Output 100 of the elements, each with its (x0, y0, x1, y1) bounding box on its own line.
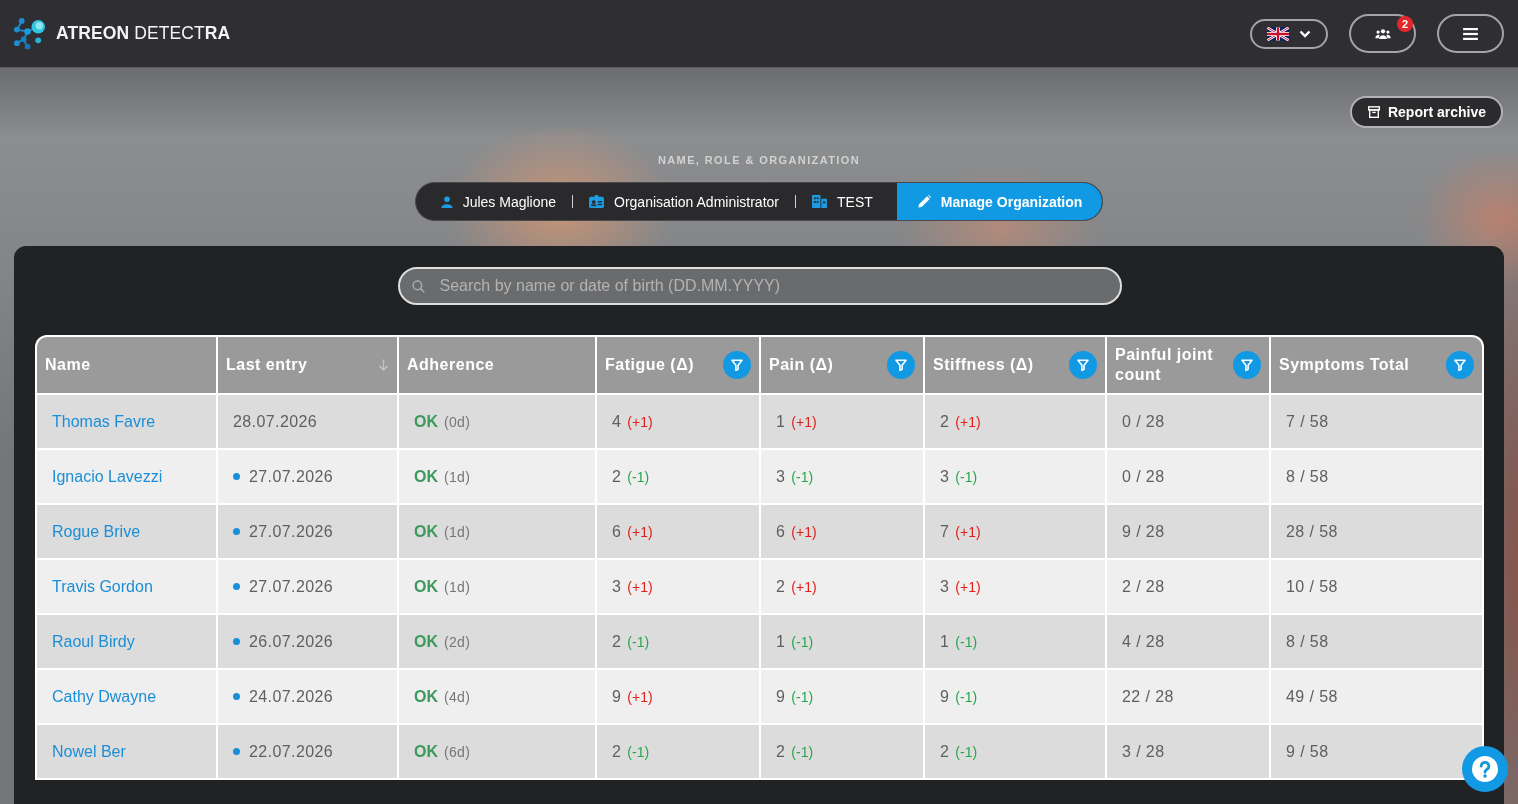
notification-badge: 2 (1397, 16, 1413, 32)
score-change: (-1) (791, 633, 814, 650)
table-cell: 49 / 58 (1271, 670, 1482, 723)
days-since-entry: (2d) (444, 633, 471, 650)
score-value: 3 (776, 467, 786, 486)
filter-button[interactable] (1069, 351, 1097, 379)
score-change: (-1) (955, 743, 978, 760)
report-archive-button[interactable]: Report archive (1349, 96, 1503, 128)
manage-organization-button[interactable]: Manage Organization (896, 183, 1103, 220)
filter-button[interactable] (887, 351, 915, 379)
score-change: (+1) (627, 413, 653, 430)
adherence-status: OK (414, 577, 438, 596)
score-value: 1 (776, 632, 786, 651)
score-value: 2 (612, 632, 622, 651)
person-icon (440, 195, 453, 208)
score-change: (-1) (955, 688, 978, 705)
score-change: (+1) (627, 578, 653, 595)
table-cell: 0 / 28 (1107, 450, 1269, 503)
search-field[interactable]: Search by name or date of birth (DD.MM.YYYY) (397, 267, 1122, 305)
adherence-status: OK (414, 412, 438, 431)
patient-name-link[interactable]: Travis Gordon (52, 577, 153, 596)
score-change: (+1) (955, 413, 981, 430)
score-change: (-1) (791, 688, 814, 705)
table-cell: 28 / 58 (1271, 505, 1482, 558)
days-since-entry: (6d) (444, 743, 471, 760)
adherence-status: OK (414, 687, 438, 706)
pencil-icon (917, 195, 931, 208)
users-icon (1374, 28, 1391, 39)
filter-button[interactable] (1446, 351, 1474, 379)
language-button[interactable] (1250, 18, 1328, 49)
score-value: 2 (612, 467, 622, 486)
last-entry-date: 27.07.2026 (249, 577, 334, 596)
filter-icon (731, 359, 743, 371)
filter-icon (1454, 359, 1466, 371)
score-value: 6 (776, 522, 786, 541)
score-change: (+1) (791, 413, 817, 430)
help-icon (1472, 756, 1498, 782)
last-entry-date: 22.07.2026 (249, 742, 334, 761)
score-change: (+1) (791, 578, 817, 595)
flag-icon (1267, 26, 1289, 41)
column-label: Name (45, 355, 91, 375)
score-change: (+1) (955, 578, 981, 595)
menu-button[interactable] (1437, 14, 1504, 53)
score-value: 3 (940, 577, 950, 596)
last-entry-date: 24.07.2026 (249, 687, 334, 706)
days-since-entry: (4d) (444, 688, 471, 705)
score-value: 2 (776, 742, 786, 761)
score-change: (-1) (791, 468, 814, 485)
patient-name-link[interactable]: Thomas Favre (52, 412, 156, 431)
logo-text: ATREON DETECTRA (56, 23, 231, 44)
score-change: (-1) (955, 468, 978, 485)
users-button[interactable]: 2 (1349, 14, 1416, 53)
days-since-entry: (1d) (444, 578, 471, 595)
filter-button[interactable] (1233, 351, 1261, 379)
logo-icon (13, 17, 46, 50)
score-value: 7 (940, 522, 950, 541)
adherence-status: OK (414, 632, 438, 651)
score-change: (-1) (627, 468, 650, 485)
table-cell: 8 / 58 (1271, 450, 1482, 503)
adherence-status: OK (414, 467, 438, 486)
score-value: 2 (940, 412, 950, 431)
patient-name-link[interactable]: Nowel Ber (52, 742, 126, 761)
patient-name-link[interactable]: Rogue Brive (52, 522, 141, 541)
table-cell: 0 / 28 (1107, 395, 1269, 448)
filter-button[interactable] (723, 351, 751, 379)
building-icon (812, 195, 827, 208)
table-cell: 8 / 58 (1271, 615, 1482, 668)
filter-icon (1077, 359, 1089, 371)
patient-name-link[interactable]: Cathy Dwayne (52, 687, 157, 706)
score-value: 9 (940, 687, 950, 706)
score-change: (+1) (955, 523, 981, 540)
column-label: Adherence (407, 355, 495, 375)
user-name: Jules Maglione (462, 193, 557, 210)
table-cell: 9 / 58 (1271, 725, 1482, 778)
score-change: (+1) (627, 688, 653, 705)
score-change: (-1) (791, 743, 814, 760)
section-label: NAME, ROLE & ORGANIZATION (657, 154, 861, 167)
menu-icon (1463, 27, 1478, 40)
score-value: 1 (940, 632, 950, 651)
score-value: 9 (776, 687, 786, 706)
score-value: 2 (776, 577, 786, 596)
filter-icon (1241, 359, 1253, 371)
score-change: (+1) (627, 523, 653, 540)
score-value: 3 (940, 467, 950, 486)
patient-name-link[interactable]: Ignacio Lavezzi (52, 467, 163, 486)
table-cell: 9 / 28 (1107, 505, 1269, 558)
down-arrow-icon[interactable] (378, 359, 389, 371)
adherence-status: OK (414, 742, 438, 761)
last-entry-date: 26.07.2026 (249, 632, 334, 651)
patient-name-link[interactable]: Raoul Birdy (52, 632, 135, 651)
score-change: (-1) (627, 633, 650, 650)
table-cell: 7 / 58 (1271, 395, 1482, 448)
score-value: 4 (612, 412, 622, 431)
score-value: 2 (612, 742, 622, 761)
table-cell: 4 / 28 (1107, 615, 1269, 668)
id-badge-icon (589, 195, 605, 208)
adherence-status: OK (414, 522, 438, 541)
score-value: 1 (776, 412, 786, 431)
score-value: 3 (612, 577, 622, 596)
search-icon (411, 280, 425, 293)
